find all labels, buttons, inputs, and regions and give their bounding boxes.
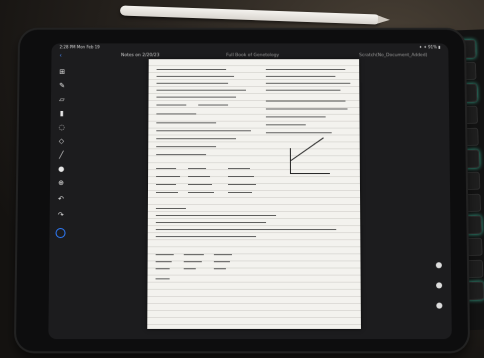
- dot-icon: [436, 302, 443, 309]
- handwriting-line: [188, 176, 211, 178]
- redo-icon[interactable]: ↷: [56, 210, 66, 220]
- handwriting-line: [155, 215, 277, 217]
- color-picker-icon[interactable]: [55, 228, 66, 239]
- graph-line: [290, 137, 324, 161]
- handwriting-line: [265, 82, 351, 84]
- brush-icon[interactable]: ╱: [56, 150, 66, 160]
- handwriting-line: [198, 104, 229, 106]
- handwriting-line: [265, 116, 326, 118]
- handwriting-line: [155, 222, 267, 224]
- handwriting-line: [156, 82, 229, 84]
- notebook-title[interactable]: Notes on 2/20/23: [121, 53, 160, 58]
- sketch-graph: [288, 137, 330, 175]
- handwriting-line: [265, 100, 346, 102]
- scratch-tab[interactable]: Scratch(No_Document_Added): [359, 53, 427, 58]
- handwriting-line: [187, 191, 214, 193]
- handwriting-line: [156, 168, 177, 170]
- handwriting-line: [156, 130, 251, 132]
- grid-icon[interactable]: ⊞: [57, 67, 67, 77]
- handwriting-line: [156, 113, 197, 115]
- dot-icon: [435, 262, 442, 269]
- handwriting-line: [156, 104, 187, 106]
- handwriting-line: [155, 268, 170, 270]
- handwriting-line: [183, 254, 204, 256]
- handwriting-line: [156, 122, 217, 124]
- dot-icon: [436, 282, 443, 289]
- handwriting-line: [213, 254, 232, 256]
- handwriting-line: [156, 69, 227, 70]
- shapes-icon[interactable]: ◇: [56, 136, 66, 146]
- handwriting-line: [188, 168, 207, 170]
- handwriting-line: [265, 124, 306, 126]
- handwriting-line: [228, 176, 254, 178]
- status-indicators: ✦ ✦ 91% ▮: [418, 44, 441, 50]
- handwriting-line: [228, 168, 250, 170]
- status-bar: 2:28 PM Mon Feb 19 ✦ ✦ 91% ▮: [52, 43, 449, 51]
- handwriting-line: [156, 184, 177, 186]
- graph-axis: [289, 173, 330, 175]
- handwriting-line: [155, 207, 186, 209]
- ipad-screen: 2:28 PM Mon Feb 19 ✦ ✦ 91% ▮ ‹ Notes on …: [48, 43, 452, 340]
- handwriting-line: [265, 75, 336, 77]
- handwriting-line: [155, 236, 257, 238]
- document-tab[interactable]: Full Book of Genetology: [226, 53, 279, 58]
- note-page: [147, 59, 361, 329]
- handwriting-line: [183, 268, 196, 270]
- handwriting-line: [156, 154, 207, 156]
- handwriting-line: [156, 89, 246, 91]
- status-time: 2:28 PM Mon Feb 19: [59, 44, 100, 50]
- handwriting-line: [155, 191, 178, 193]
- handwriting-line: [227, 191, 253, 193]
- dot-icon[interactable]: ●: [56, 164, 66, 174]
- eraser-icon[interactable]: ▱: [57, 95, 67, 105]
- add-icon[interactable]: ⊕: [56, 178, 66, 188]
- handwriting-line: [213, 261, 230, 263]
- ipad: 2:28 PM Mon Feb 19 ✦ ✦ 91% ▮ ‹ Notes on …: [15, 29, 469, 352]
- handwriting-line: [265, 108, 348, 110]
- handwriting-line: [155, 229, 337, 231]
- handwriting-line: [156, 146, 217, 148]
- handwriting-line: [156, 75, 235, 77]
- handwriting-line: [156, 96, 237, 98]
- handwriting-line: [156, 176, 181, 178]
- handwriting-line: [228, 184, 256, 186]
- handwriting-line: [155, 254, 174, 256]
- handwriting-line: [155, 261, 172, 263]
- handwriting-line: [156, 138, 237, 140]
- highlighter-icon[interactable]: ▮: [57, 108, 67, 118]
- edge-controls: [433, 83, 444, 333]
- handwriting-line: [265, 69, 346, 70]
- handwriting-line: [213, 268, 226, 270]
- pen-icon[interactable]: ✎: [57, 81, 67, 91]
- back-icon[interactable]: ‹: [59, 52, 61, 59]
- handwriting-line: [265, 132, 332, 134]
- handwriting-line: [155, 278, 170, 280]
- handwriting-line: [265, 89, 341, 91]
- handwriting-line: [183, 261, 202, 263]
- lasso-icon[interactable]: ◌: [57, 122, 67, 132]
- tool-rail: ⊞ ✎ ▱ ▮ ◌ ◇ ╱ ● ⊕ ↶ ↷: [53, 67, 69, 266]
- undo-icon[interactable]: ↶: [56, 194, 66, 204]
- handwriting-line: [188, 184, 213, 186]
